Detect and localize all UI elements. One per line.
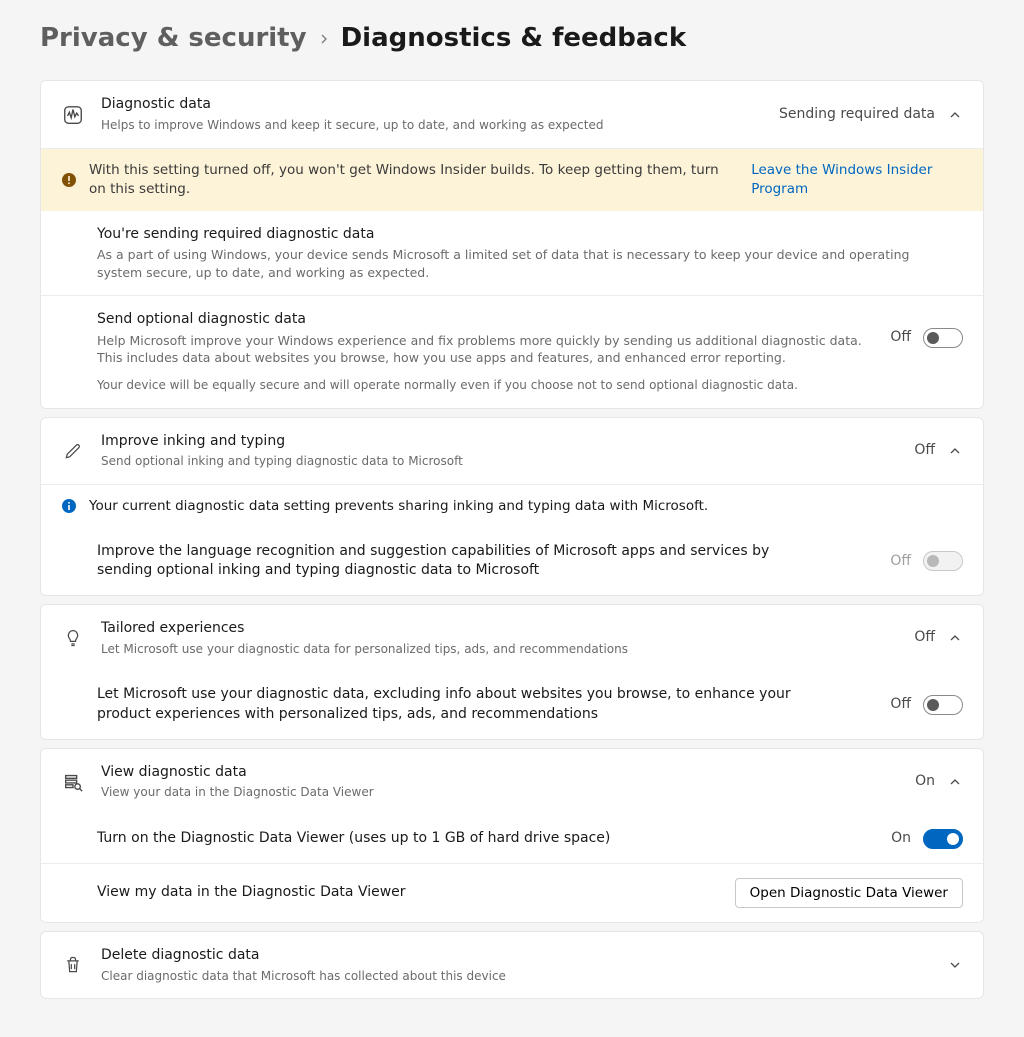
required-data-row: You're sending required diagnostic data … xyxy=(41,211,983,296)
group-state: Sending required data xyxy=(779,105,935,125)
inking-sub-row: Improve the language recognition and sug… xyxy=(41,528,983,595)
view-data-toggle-row: Turn on the Diagnostic Data Viewer (uses… xyxy=(41,815,983,863)
optional-data-row: Send optional diagnostic data Help Micro… xyxy=(41,295,983,407)
leave-insider-link[interactable]: Leave the Windows Insider Program xyxy=(751,161,963,199)
view-data-open-row: View my data in the Diagnostic Data View… xyxy=(41,863,983,922)
required-desc: As a part of using Windows, your device … xyxy=(97,246,917,281)
group-state: Off xyxy=(914,628,935,648)
inking-info-banner: Your current diagnostic data setting pre… xyxy=(41,484,983,528)
page-title: Diagnostics & feedback xyxy=(341,20,687,56)
group-desc: Let Microsoft use your diagnostic data f… xyxy=(101,641,898,658)
optional-note: Your device will be equally secure and w… xyxy=(97,377,874,394)
group-header-delete[interactable]: Delete diagnostic data Clear diagnostic … xyxy=(41,932,983,998)
trash-icon xyxy=(61,955,85,975)
insider-warning-banner: With this setting turned off, you won't … xyxy=(41,148,983,211)
group-title: View diagnostic data xyxy=(101,763,899,783)
data-view-icon xyxy=(61,771,85,793)
chevron-up-icon xyxy=(947,107,963,123)
breadcrumb-parent[interactable]: Privacy & security xyxy=(40,20,307,56)
group-desc: Helps to improve Windows and keep it sec… xyxy=(101,117,763,134)
group-state: Off xyxy=(914,441,935,461)
group-desc: View your data in the Diagnostic Data Vi… xyxy=(101,784,899,801)
card-view-data: View diagnostic data View your data in t… xyxy=(40,748,984,923)
view-data-sub1-desc: Turn on the Diagnostic Data Viewer (uses… xyxy=(97,829,875,849)
card-tailored: Tailored experiences Let Microsoft use y… xyxy=(40,604,984,740)
view-data-toggle[interactable] xyxy=(923,829,963,849)
group-header-inking[interactable]: Improve inking and typing Send optional … xyxy=(41,418,983,484)
group-header-view-data[interactable]: View diagnostic data View your data in t… xyxy=(41,749,983,815)
inking-toggle xyxy=(923,551,963,571)
inking-sub-state: Off xyxy=(890,552,911,572)
card-diagnostic-data: Diagnostic data Helps to improve Windows… xyxy=(40,80,984,408)
lightbulb-icon xyxy=(61,628,85,648)
card-inking: Improve inking and typing Send optional … xyxy=(40,417,984,596)
inking-sub-desc: Improve the language recognition and sug… xyxy=(97,542,777,581)
card-delete-data: Delete diagnostic data Clear diagnostic … xyxy=(40,931,984,999)
pen-icon xyxy=(61,441,85,461)
chevron-up-icon xyxy=(947,774,963,790)
optional-desc: Help Microsoft improve your Windows expe… xyxy=(97,332,874,367)
breadcrumb: Privacy & security Diagnostics & feedbac… xyxy=(40,20,984,56)
required-title: You're sending required diagnostic data xyxy=(97,225,963,245)
info-icon xyxy=(61,498,77,514)
group-title: Tailored experiences xyxy=(101,619,898,639)
tailored-sub-state: Off xyxy=(890,695,911,715)
group-header-diagnostic-data[interactable]: Diagnostic data Helps to improve Windows… xyxy=(41,81,983,147)
group-state: On xyxy=(915,772,935,792)
open-viewer-button[interactable]: Open Diagnostic Data Viewer xyxy=(735,878,963,908)
chevron-up-icon xyxy=(947,630,963,646)
optional-state-label: Off xyxy=(890,328,911,348)
tailored-sub-desc: Let Microsoft use your diagnostic data, … xyxy=(97,685,817,724)
chevron-down-icon xyxy=(947,957,963,973)
tailored-sub-row: Let Microsoft use your diagnostic data, … xyxy=(41,671,983,738)
heartbeat-icon xyxy=(61,104,85,126)
optional-title: Send optional diagnostic data xyxy=(97,310,874,330)
group-title: Diagnostic data xyxy=(101,95,763,115)
group-title: Improve inking and typing xyxy=(101,432,898,452)
warning-icon xyxy=(61,172,77,188)
group-desc: Clear diagnostic data that Microsoft has… xyxy=(101,968,931,985)
info-text: Your current diagnostic data setting pre… xyxy=(89,497,708,516)
view-data-sub1-state: On xyxy=(891,829,911,849)
tailored-toggle[interactable] xyxy=(923,695,963,715)
group-title: Delete diagnostic data xyxy=(101,946,931,966)
group-desc: Send optional inking and typing diagnost… xyxy=(101,453,898,470)
chevron-right-icon xyxy=(319,34,329,44)
chevron-up-icon xyxy=(947,443,963,459)
view-data-sub2-desc: View my data in the Diagnostic Data View… xyxy=(97,883,719,903)
group-header-tailored[interactable]: Tailored experiences Let Microsoft use y… xyxy=(41,605,983,671)
optional-data-toggle[interactable] xyxy=(923,328,963,348)
warning-text: With this setting turned off, you won't … xyxy=(89,161,731,199)
